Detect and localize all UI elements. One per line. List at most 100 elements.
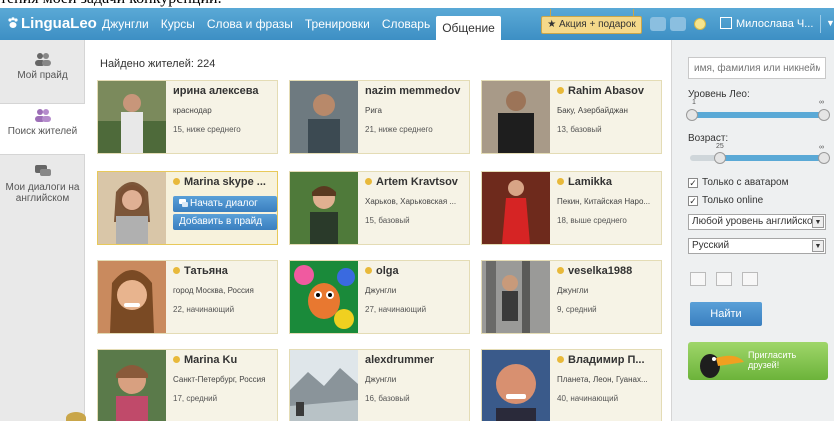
slider-handle-min[interactable] bbox=[686, 109, 698, 121]
paw-icon bbox=[8, 17, 18, 28]
results-count: Найдено жителей: 224 bbox=[100, 58, 216, 70]
chevron-down-icon[interactable]: ▼ bbox=[826, 18, 834, 28]
add-to-pride-button[interactable]: Добавить в прайд bbox=[173, 214, 277, 230]
toucan-icon bbox=[700, 354, 744, 378]
only-online-checkbox[interactable]: ✓ Только online bbox=[688, 195, 763, 206]
user-level: 15, ниже среднего bbox=[173, 125, 241, 134]
user-location: Баку, Азербайджан bbox=[557, 106, 628, 115]
user-card[interactable]: alexdrummer Джунгли 16, базовый bbox=[289, 349, 470, 421]
sidebar-item-label: Поиск жителей bbox=[7, 126, 78, 137]
start-dialog-button[interactable]: Начать диалог bbox=[173, 196, 277, 212]
user-card[interactable]: Marina Ku Санкт-Петербург, Россия 17, ср… bbox=[97, 349, 278, 421]
meatball-icon[interactable] bbox=[650, 17, 666, 31]
cropped-caption: тения моей задачи конкуренции. bbox=[0, 0, 834, 8]
promo-hanger bbox=[550, 9, 551, 17]
user-name[interactable]: Marina Ku bbox=[173, 354, 277, 366]
slider-fill bbox=[690, 112, 826, 118]
user-menu[interactable]: Милослава Ч... ▼ bbox=[720, 15, 834, 33]
user-name[interactable]: Татьяна bbox=[173, 265, 277, 277]
main-nav: Джунгли Курсы Слова и фразы Тренировки С… bbox=[96, 8, 501, 40]
slider-handle-max[interactable] bbox=[818, 152, 830, 164]
main-content: Найдено жителей: 224 ирина алексева крас… bbox=[86, 40, 670, 421]
user-photo[interactable] bbox=[482, 350, 550, 421]
nav-courses[interactable]: Курсы bbox=[155, 8, 201, 40]
user-name[interactable]: Lamikka bbox=[557, 176, 661, 188]
online-indicator-icon bbox=[557, 356, 564, 363]
left-sidebar: Мой прайд Поиск жителей Мои диалоги на а… bbox=[0, 40, 85, 421]
invite-friends-banner[interactable]: Пригласить друзей! bbox=[688, 342, 828, 380]
language-select[interactable]: Русский ▼ bbox=[688, 238, 826, 254]
user-name: Милослава Ч... bbox=[736, 18, 814, 30]
mascot-icon bbox=[66, 412, 86, 421]
user-location: Санкт-Петербург, Россия bbox=[173, 375, 266, 384]
user-card[interactable]: olga Джунгли 27, начинающий bbox=[289, 260, 470, 334]
gender-female-icon[interactable] bbox=[742, 272, 758, 286]
user-card[interactable]: Владимир П... Планета, Леон, Гуанах... 4… bbox=[481, 349, 662, 421]
user-card[interactable]: Татьяна город Москва, Россия 22, начинаю… bbox=[97, 260, 278, 334]
promo-label: ★ Акция + подарок bbox=[547, 19, 636, 30]
age-slider[interactable] bbox=[690, 152, 830, 164]
user-name[interactable]: Artem Kravtsov bbox=[365, 176, 469, 188]
english-level-select[interactable]: Любой уровень английского ▼ bbox=[688, 214, 826, 230]
sidebar-item-my-pride[interactable]: Мой прайд bbox=[0, 52, 85, 102]
user-photo[interactable] bbox=[290, 350, 358, 421]
user-card[interactable]: nazim memmedov Рига 21, ниже среднего bbox=[289, 80, 470, 154]
user-name[interactable]: veselka1988 bbox=[557, 265, 661, 277]
sidebar-item-label: Мой прайд bbox=[17, 70, 68, 81]
lightbulb-icon[interactable] bbox=[694, 18, 706, 30]
user-photo[interactable] bbox=[98, 172, 166, 244]
only-avatar-checkbox[interactable]: ✓ Только с аватаром bbox=[688, 177, 788, 188]
user-photo[interactable] bbox=[98, 261, 166, 333]
user-location: Джунгли bbox=[557, 286, 589, 295]
user-photo[interactable] bbox=[98, 81, 166, 153]
chat-icon bbox=[179, 199, 188, 207]
user-name[interactable]: olga bbox=[365, 265, 469, 277]
nav-words[interactable]: Слова и фразы bbox=[201, 8, 299, 40]
slider-handle-max[interactable] bbox=[818, 109, 830, 121]
slider-handle-min[interactable] bbox=[714, 152, 726, 164]
user-photo[interactable] bbox=[290, 172, 358, 244]
user-photo[interactable] bbox=[290, 261, 358, 333]
user-name[interactable]: Rahim Abasov bbox=[557, 85, 661, 97]
nav-communication[interactable]: Общение bbox=[436, 16, 501, 40]
user-card[interactable]: Artem Kravtsov Харьков, Харьковская ... … bbox=[289, 171, 470, 245]
user-card[interactable]: veselka1988 Джунгли 9, средний bbox=[481, 260, 662, 334]
user-photo[interactable] bbox=[482, 81, 550, 153]
gender-any-icon[interactable] bbox=[690, 272, 706, 286]
user-name[interactable]: alexdrummer bbox=[365, 354, 469, 366]
online-indicator-icon bbox=[557, 267, 564, 274]
nav-jungle[interactable]: Джунгли bbox=[96, 8, 155, 40]
user-location: Джунгли bbox=[365, 286, 397, 295]
leo-level-min: 1 bbox=[692, 99, 696, 106]
brand-logo[interactable]: LinguaLeo bbox=[8, 15, 97, 32]
user-card[interactable]: Marina skype ... Начать диалог Добавить … bbox=[97, 171, 278, 245]
user-photo[interactable] bbox=[482, 172, 550, 244]
user-name[interactable]: ирина алексева bbox=[173, 85, 277, 97]
chevron-down-icon: ▼ bbox=[812, 216, 824, 228]
user-name[interactable]: Marina skype ... bbox=[173, 176, 277, 188]
user-photo[interactable] bbox=[482, 261, 550, 333]
search-input[interactable] bbox=[688, 57, 826, 79]
user-photo[interactable] bbox=[290, 81, 358, 153]
find-button[interactable]: Найти bbox=[690, 302, 762, 326]
nav-trainings[interactable]: Тренировки bbox=[299, 8, 376, 40]
user-name[interactable]: nazim memmedov bbox=[365, 85, 469, 97]
user-card[interactable]: ирина алексева краснодар 15, ниже средне… bbox=[97, 80, 278, 154]
online-indicator-icon bbox=[557, 178, 564, 185]
notification-icon[interactable] bbox=[670, 17, 686, 31]
leo-level-max: ∞ bbox=[819, 99, 824, 106]
user-name[interactable]: Владимир П... bbox=[557, 354, 661, 366]
promo-button[interactable]: ★ Акция + подарок bbox=[541, 9, 642, 34]
user-level: 9, средний bbox=[557, 305, 597, 314]
leo-level-slider[interactable] bbox=[686, 109, 830, 121]
user-location: Джунгли bbox=[365, 375, 397, 384]
user-card[interactable]: Lamikka Пекин, Китайская Наро... 18, выш… bbox=[481, 171, 662, 245]
gender-male-icon[interactable] bbox=[716, 272, 732, 286]
user-card[interactable]: Rahim Abasov Баку, Азербайджан 13, базов… bbox=[481, 80, 662, 154]
user-level: 21, ниже среднего bbox=[365, 125, 433, 134]
nav-dictionary[interactable]: Словарь bbox=[376, 8, 436, 40]
sidebar-item-dialogs[interactable]: Мои диалоги на английском bbox=[0, 164, 85, 224]
sidebar-item-search-residents[interactable]: Поиск жителей bbox=[0, 103, 85, 155]
user-photo[interactable] bbox=[98, 350, 166, 421]
promo-hanger bbox=[633, 9, 634, 17]
